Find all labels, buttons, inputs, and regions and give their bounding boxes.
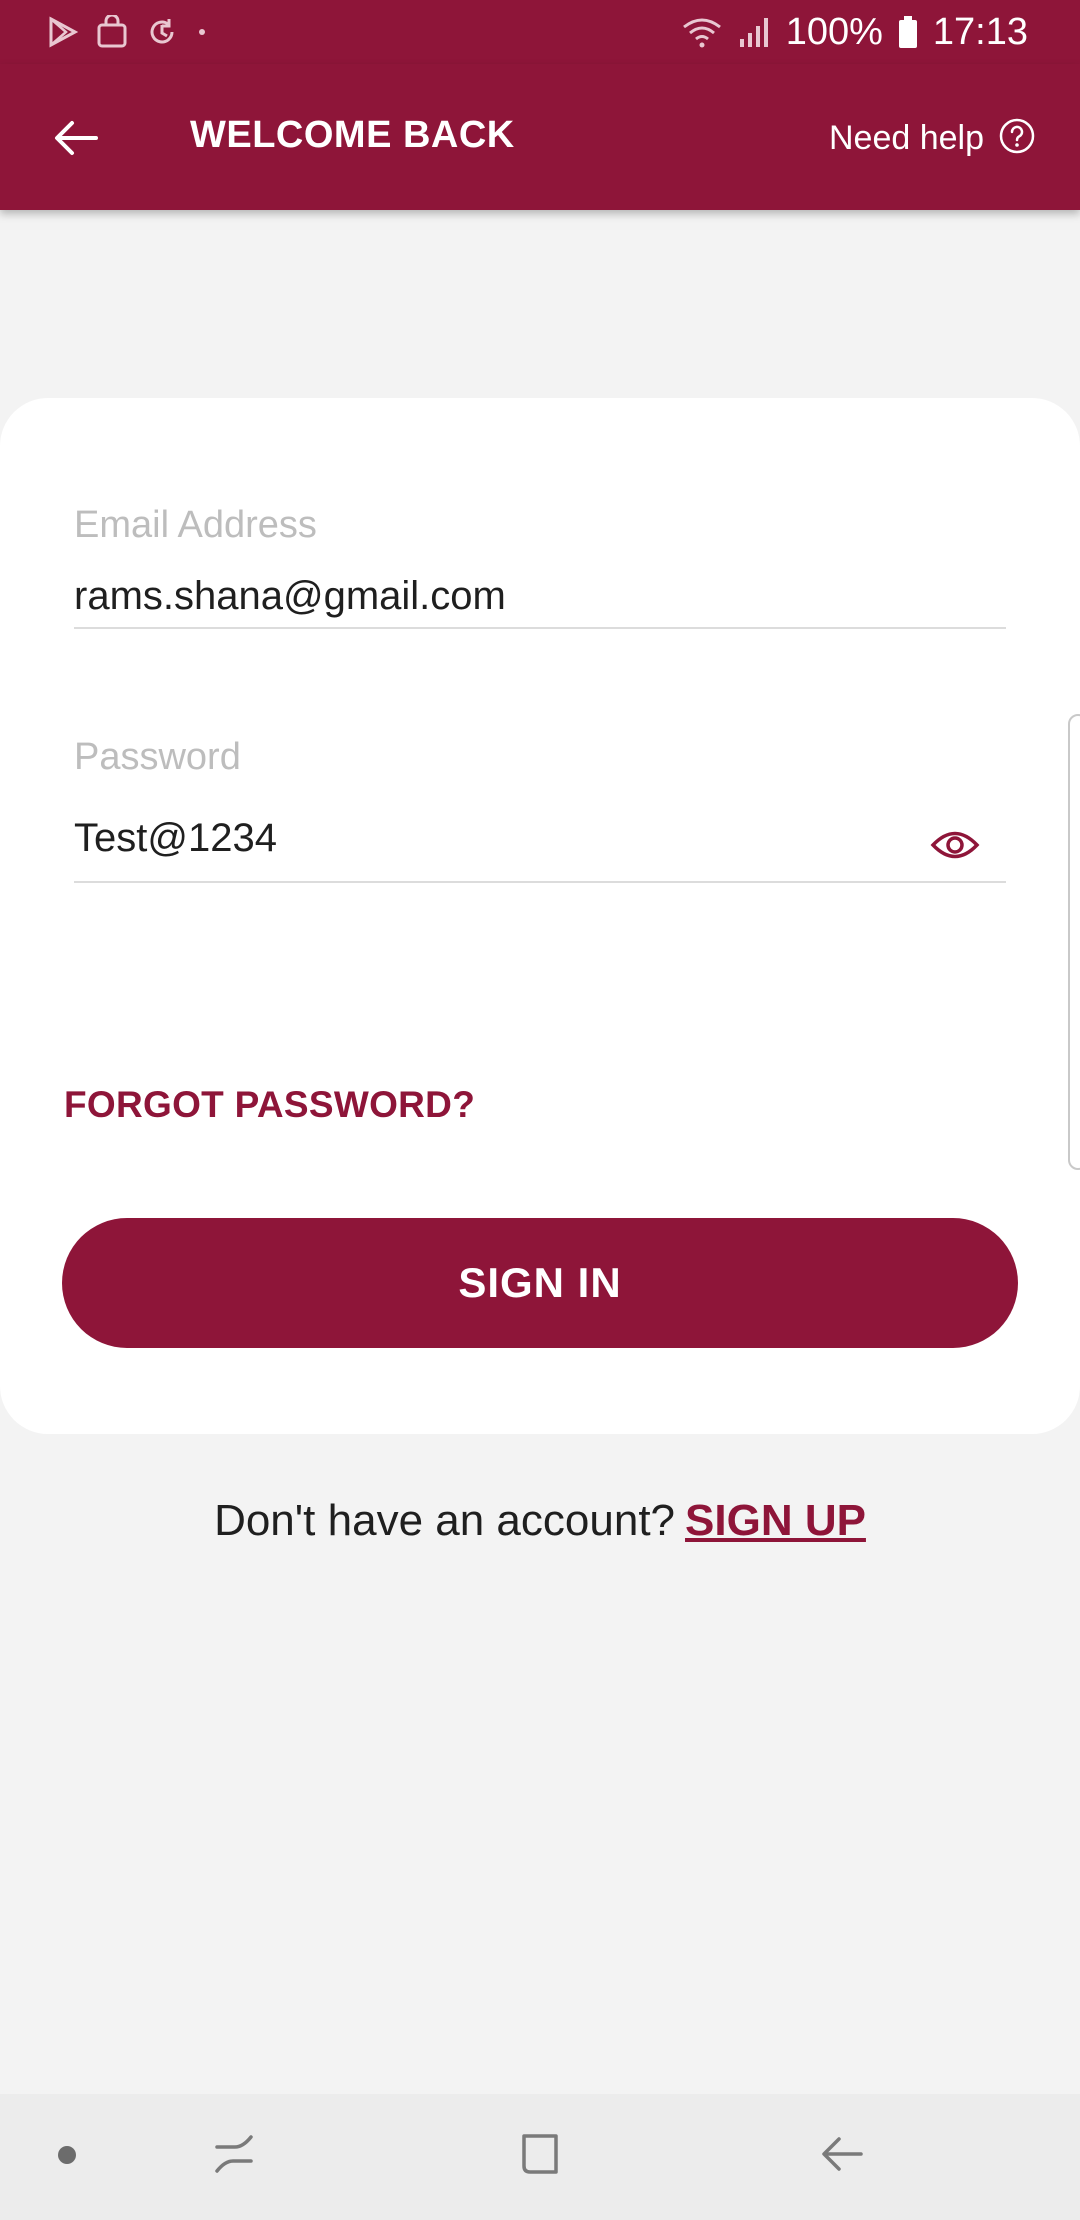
status-left-icons — [48, 10, 208, 54]
home-button[interactable] — [508, 2124, 572, 2188]
back-button[interactable] — [40, 104, 112, 176]
email-label: Email Address — [74, 504, 317, 546]
clock-time: 17:13 — [932, 10, 1028, 53]
dot-icon — [58, 2146, 76, 2164]
signup-prompt-row: Don't have an account? SIGN UP — [0, 1496, 1080, 1546]
wifi-icon — [680, 15, 724, 49]
eye-icon — [930, 828, 980, 867]
password-underline — [74, 881, 1006, 883]
email-underline — [74, 627, 1006, 629]
shopping-bag-icon — [96, 15, 128, 49]
app-bar: WELCOME BACK Need help — [0, 64, 1080, 210]
password-visibility-toggle[interactable] — [924, 816, 986, 878]
password-field[interactable]: Test@1234 — [74, 816, 277, 861]
edge-panel-handle[interactable] — [1068, 714, 1080, 1170]
question-circle-icon — [998, 117, 1036, 160]
need-help-label: Need help — [828, 118, 984, 157]
system-nav-bar — [0, 2094, 1080, 2220]
battery-icon — [897, 15, 919, 49]
status-right-icons: 100% 17:13 — [680, 8, 1028, 56]
home-icon — [516, 2130, 564, 2183]
sync-icon — [146, 16, 178, 48]
nav-back-button[interactable] — [810, 2124, 874, 2188]
signup-prompt: Don't have an account? — [214, 1496, 676, 1545]
back-icon — [817, 2129, 867, 2184]
signal-icon — [738, 15, 772, 49]
dot-icon — [196, 26, 208, 38]
sign-up-link[interactable]: SIGN UP — [685, 1496, 866, 1545]
status-bar: 100% 17:13 — [0, 0, 1080, 64]
arrow-left-icon — [52, 118, 100, 163]
sign-in-button[interactable]: SIGN IN — [62, 1218, 1018, 1348]
page-title: WELCOME BACK — [190, 114, 515, 156]
recents-button[interactable] — [204, 2124, 268, 2188]
battery-percent: 100% — [785, 10, 883, 53]
play-store-icon — [48, 16, 78, 48]
forgot-password-link[interactable]: FORGOT PASSWORD? — [64, 1084, 475, 1126]
password-label: Password — [74, 736, 241, 778]
email-field[interactable]: rams.shana@gmail.com — [74, 574, 506, 619]
need-help-button[interactable]: Need help — [829, 110, 1036, 166]
recents-icon — [211, 2129, 261, 2184]
login-card: Email Address rams.shana@gmail.com Passw… — [0, 398, 1080, 1434]
